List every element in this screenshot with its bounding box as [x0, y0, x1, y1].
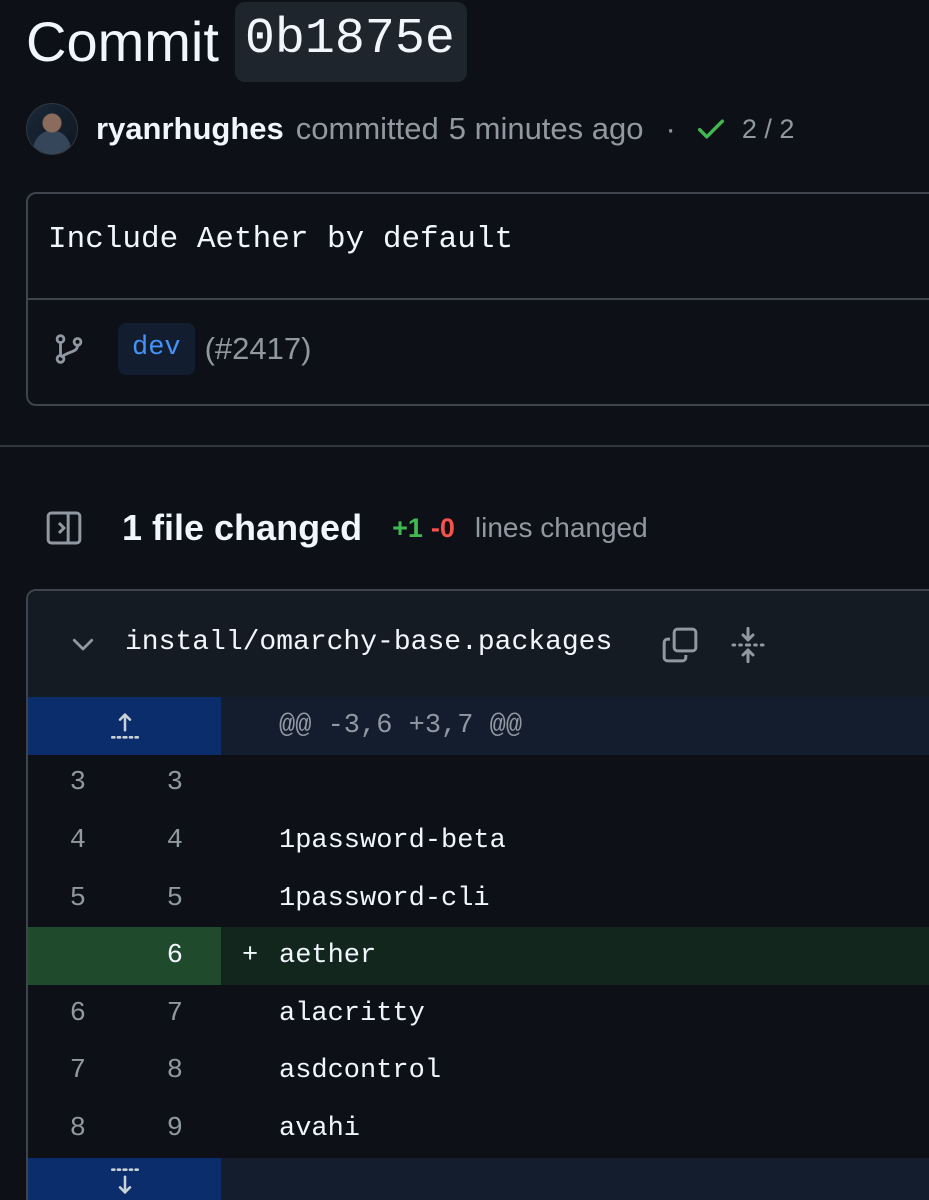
old-line-number[interactable]: 3 [28, 768, 86, 798]
copy-icon[interactable] [660, 625, 700, 665]
commit-action-text: committed [295, 111, 439, 146]
diff-row: 4 4 1password-beta [28, 812, 929, 870]
new-line-number[interactable]: 6 [123, 941, 183, 971]
commit-message: Include Aether by default [48, 222, 514, 257]
page-title: Commit 0b1875e [26, 0, 467, 83]
file-diff: install/omarchy-base.packages @@ -3,6 +3… [26, 589, 929, 1200]
diff-code: aether [279, 941, 377, 972]
old-line-number[interactable]: 8 [28, 1114, 86, 1144]
check-icon[interactable] [694, 112, 728, 146]
diff-row: 6 7 alacritty [28, 985, 929, 1043]
new-line-number[interactable]: 3 [123, 768, 183, 798]
page-title-prefix: Commit [26, 10, 219, 73]
commit-message-box: Include Aether by default dev (#2417) [26, 192, 929, 406]
diff-row: 7 8 asdcontrol [28, 1043, 929, 1101]
files-changed-count: 1 file changed [122, 507, 363, 548]
hunk-gutter [28, 697, 221, 755]
new-line-number[interactable]: 7 [123, 999, 183, 1029]
checks-status[interactable]: 2 / 2 [742, 114, 795, 145]
meta-separator: · [665, 111, 676, 146]
avatar[interactable] [26, 103, 78, 155]
new-line-number[interactable]: 8 [123, 1056, 183, 1086]
expand-up-icon[interactable] [108, 709, 142, 743]
diff-row: 8 9 avahi [28, 1100, 929, 1158]
commit-sha[interactable]: 0b1875e [234, 1, 467, 82]
divider [28, 298, 929, 300]
section-divider [0, 445, 929, 447]
new-line-number[interactable]: 9 [123, 1114, 183, 1144]
unfold-icon[interactable] [728, 625, 768, 665]
file-diff-header: install/omarchy-base.packages [28, 591, 929, 699]
diff-code: 1password-beta [279, 825, 506, 856]
diff-code: 1password-cli [279, 883, 490, 914]
diff-code: avahi [279, 1113, 361, 1144]
commit-meta: ryanrhughes committed 5 minutes ago · 2 … [26, 103, 794, 155]
files-changed-header: 1 file changed +1 -0 lines changed [44, 500, 648, 556]
diff-row: 5 5 1password-cli [28, 870, 929, 928]
new-line-number[interactable]: 5 [123, 884, 183, 914]
deletions-count: -0 [430, 512, 455, 543]
commit-time[interactable]: 5 minutes ago [449, 111, 644, 147]
diff-code: asdcontrol [279, 1056, 442, 1087]
diff-code: alacritty [279, 998, 425, 1029]
branch-row: dev (#2417) [50, 316, 311, 382]
branch-link[interactable]: dev [118, 323, 195, 375]
old-line-number[interactable]: 4 [28, 826, 86, 856]
additions-count: +1 [392, 512, 423, 543]
hunk-header: @@ -3,6 +3,7 @@ [279, 710, 523, 741]
hunk-gutter [28, 1157, 221, 1200]
diff-marker: + [242, 941, 259, 972]
hunk-header-row: @@ -3,6 +3,7 @@ [28, 697, 929, 755]
git-branch-icon [52, 332, 86, 366]
file-path[interactable]: install/omarchy-base.packages [125, 627, 612, 658]
diff-row-added: 6 + aether [28, 927, 929, 985]
lines-changed-label: lines changed [474, 512, 648, 543]
commit-page: Commit 0b1875e ryanrhughes committed 5 m… [0, 0, 929, 1200]
old-line-number[interactable]: 6 [28, 999, 86, 1029]
diff-rows: @@ -3,6 +3,7 @@ 3 3 4 4 1password-beta 5… [28, 697, 929, 1200]
hunk-footer-row [28, 1157, 929, 1200]
author-link[interactable]: ryanrhughes [96, 111, 284, 147]
expand-down-icon[interactable] [108, 1164, 142, 1198]
chevron-down-icon[interactable] [68, 629, 98, 659]
old-line-number[interactable]: 5 [28, 884, 86, 914]
old-line-number[interactable]: 7 [28, 1056, 86, 1086]
pull-request-ref[interactable]: (#2417) [205, 331, 312, 367]
new-line-number[interactable]: 4 [123, 826, 183, 856]
diff-row: 3 3 [28, 755, 929, 813]
sidebar-expand-icon[interactable] [44, 508, 84, 548]
